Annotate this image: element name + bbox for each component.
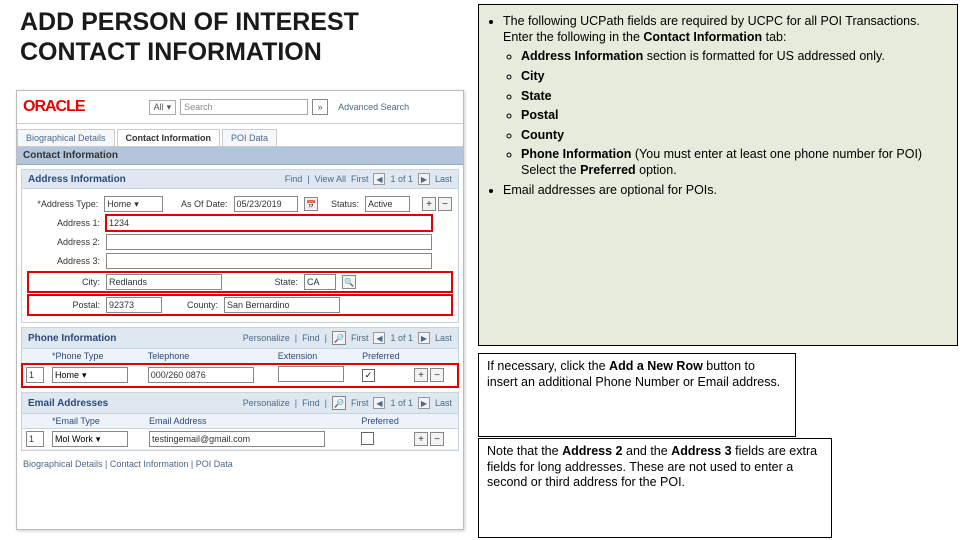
- oracle-logo: ORACLE: [23, 98, 85, 116]
- screenshot-panel: ORACLE All▾ Search » Advanced Search Bio…: [16, 90, 464, 530]
- search-go-button[interactable]: »: [312, 99, 328, 115]
- address-panel: Address Information Find| View All First…: [21, 169, 459, 323]
- next-arrow-icon[interactable]: ▶: [418, 397, 430, 409]
- phone-header: Phone Information: [28, 333, 116, 344]
- extension-input[interactable]: [278, 366, 344, 382]
- chevron-down-icon: ▾: [134, 199, 139, 210]
- address1-input[interactable]: 1234: [106, 215, 432, 231]
- zoom-icon[interactable]: 🔎: [332, 396, 346, 410]
- find-link[interactable]: Find: [285, 174, 303, 184]
- instruction-note2: Note that the Address 2 and the Address …: [478, 438, 832, 538]
- first-label: First: [351, 174, 369, 184]
- add-row-button[interactable]: +: [414, 368, 428, 382]
- label: City:: [30, 277, 100, 287]
- oracle-topbar: ORACLE All▾ Search » Advanced Search: [17, 91, 463, 124]
- calendar-icon[interactable]: 📅: [304, 197, 318, 211]
- email-input[interactable]: testingemail@gmail.com: [149, 431, 325, 447]
- prev-arrow-icon[interactable]: ◀: [373, 397, 385, 409]
- phone-type-select[interactable]: Home▾: [52, 367, 128, 383]
- label: State:: [228, 277, 298, 287]
- th-email-type: *Email Type: [48, 414, 145, 429]
- search-input[interactable]: Search: [180, 99, 308, 115]
- tabstrip: Biographical Details Contact Information…: [17, 124, 463, 147]
- rec-count: 1 of 1: [390, 398, 413, 408]
- footer-links[interactable]: Biographical Details | Contact Informati…: [17, 455, 463, 473]
- next-arrow-icon[interactable]: ▶: [418, 173, 430, 185]
- view-all-link[interactable]: View All: [315, 174, 346, 184]
- tab-poi-data[interactable]: POI Data: [222, 129, 277, 146]
- address-header: Address Information: [28, 174, 126, 185]
- state-input[interactable]: CA: [304, 274, 336, 290]
- email-panel: Email Addresses Personalize| Find| 🔎 Fir…: [21, 392, 459, 451]
- prev-arrow-icon[interactable]: ◀: [373, 173, 385, 185]
- personalize-link[interactable]: Personalize: [243, 398, 290, 408]
- email-type-select[interactable]: Mol Work▾: [52, 431, 128, 447]
- instruction-note1: If necessary, click the Add a New Row bu…: [478, 353, 796, 437]
- last-label: Last: [435, 333, 452, 343]
- chevron-down-icon: ▾: [82, 370, 87, 381]
- preferred-checkbox[interactable]: [361, 432, 374, 445]
- add-row-button[interactable]: +: [414, 432, 428, 446]
- address-type-select[interactable]: Home▾: [104, 196, 163, 212]
- tab-biographical[interactable]: Biographical Details: [17, 129, 115, 146]
- row-add-remove: +−: [422, 197, 452, 211]
- status-value: Active: [365, 196, 410, 212]
- lookup-icon[interactable]: 🔍: [342, 275, 356, 289]
- tab-contact[interactable]: Contact Information: [117, 129, 221, 146]
- chevron-down-icon: ▾: [167, 102, 172, 113]
- th-telephone: Telephone: [144, 349, 274, 364]
- find-link[interactable]: Find: [302, 333, 320, 343]
- th-preferred: Preferred: [358, 349, 410, 364]
- first-label: First: [351, 333, 369, 343]
- label: *Address Type:: [28, 199, 98, 209]
- city-input[interactable]: Redlands: [106, 274, 222, 290]
- next-arrow-icon[interactable]: ▶: [418, 332, 430, 344]
- label: Address 1:: [28, 218, 100, 228]
- find-link[interactable]: Find: [302, 398, 320, 408]
- seq-input[interactable]: 1: [26, 431, 44, 447]
- remove-row-button[interactable]: −: [430, 432, 444, 446]
- th-preferred: Preferred: [357, 414, 410, 429]
- label: As Of Date:: [169, 199, 228, 209]
- th-phone-type: *Phone Type: [48, 349, 144, 364]
- label: County:: [168, 300, 218, 310]
- zoom-icon[interactable]: 🔎: [332, 331, 346, 345]
- prev-arrow-icon[interactable]: ◀: [373, 332, 385, 344]
- as-of-date-input[interactable]: 05/23/2019: [234, 196, 299, 212]
- th-email-address: Email Address: [145, 414, 357, 429]
- chevron-down-icon: ▾: [96, 434, 101, 445]
- rec-count: 1 of 1: [390, 174, 413, 184]
- county-input[interactable]: San Bernardino: [224, 297, 340, 313]
- last-label: Last: [435, 174, 452, 184]
- label: Status:: [324, 199, 359, 209]
- section-header: Contact Information: [17, 147, 463, 165]
- address3-input[interactable]: [106, 253, 432, 269]
- label: Postal:: [30, 300, 100, 310]
- address2-input[interactable]: [106, 234, 432, 250]
- email-header: Email Addresses: [28, 398, 108, 409]
- postal-input[interactable]: 92373: [106, 297, 162, 313]
- label: Address 3:: [28, 256, 100, 266]
- label: Address 2:: [28, 237, 100, 247]
- remove-row-button[interactable]: −: [438, 197, 452, 211]
- instruction-main: The following UCPath fields are required…: [478, 4, 958, 346]
- first-label: First: [351, 398, 369, 408]
- remove-row-button[interactable]: −: [430, 368, 444, 382]
- scope-select[interactable]: All▾: [149, 100, 177, 115]
- add-row-button[interactable]: +: [422, 197, 436, 211]
- last-label: Last: [435, 398, 452, 408]
- advanced-search-link[interactable]: Advanced Search: [338, 102, 409, 112]
- personalize-link[interactable]: Personalize: [243, 333, 290, 343]
- page-title: ADD PERSON OF INTEREST CONTACT INFORMATI…: [20, 8, 420, 67]
- th-extension: Extension: [274, 349, 358, 364]
- seq-input[interactable]: 1: [26, 367, 44, 383]
- rec-count: 1 of 1: [390, 333, 413, 343]
- phone-panel: Phone Information Personalize| Find| 🔎 F…: [21, 327, 459, 388]
- preferred-checkbox[interactable]: ✓: [362, 369, 375, 382]
- telephone-input[interactable]: 000/260 0876: [148, 367, 254, 383]
